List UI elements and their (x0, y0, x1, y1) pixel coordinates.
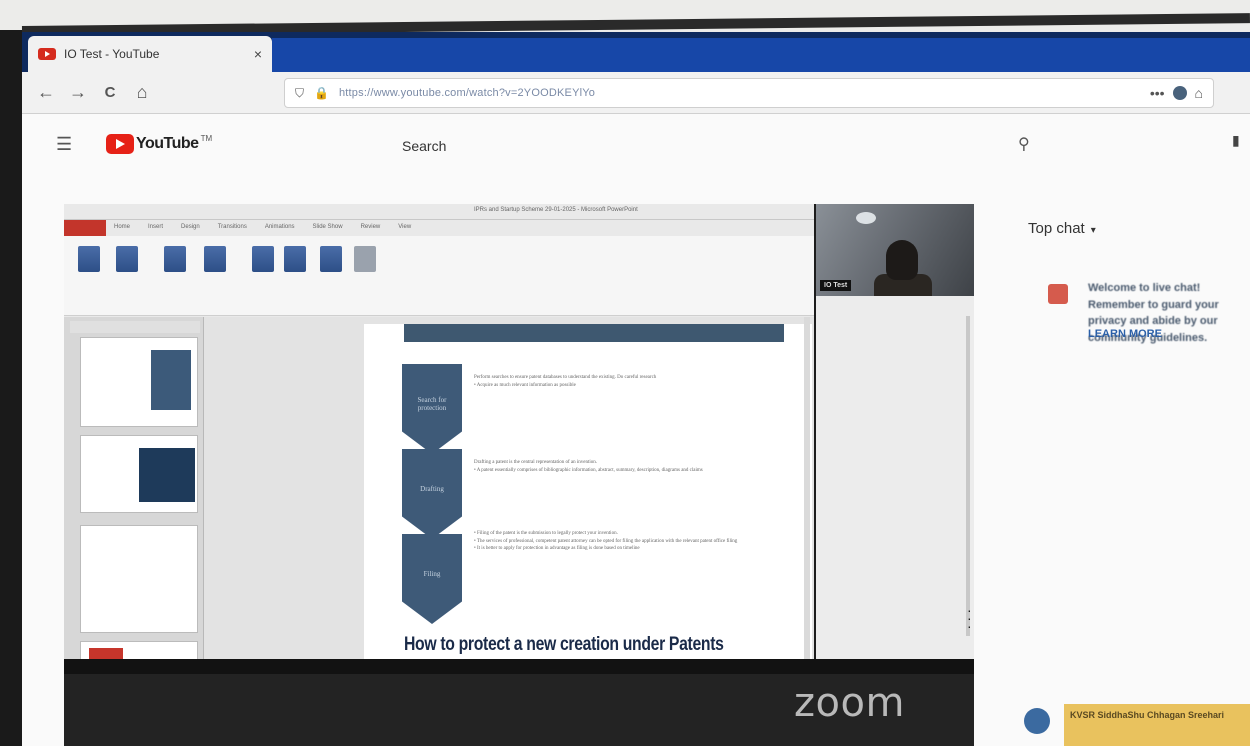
caret-down-icon: ▾ (1090, 225, 1096, 236)
url-bar[interactable]: ⛉ 🔒 https://www.youtube.com/watch?v=2YOO… (284, 78, 1214, 108)
chat-mode-dropdown[interactable]: Top chat ▾ (1028, 220, 1096, 237)
ribbon-tab: Transitions (217, 224, 247, 230)
slide-thumbnail (80, 435, 198, 513)
ppt-file-tab (64, 220, 106, 236)
hamburger-menu-icon[interactable]: ☰ (56, 134, 72, 155)
tab-title: IO Test - YouTube (64, 47, 160, 61)
header-corner-icon[interactable]: ▮ (1232, 132, 1240, 149)
user-avatar (1024, 708, 1050, 734)
slide-scrollbar (804, 317, 810, 659)
step-chevron: Filing (402, 534, 462, 624)
shield-icon[interactable]: ⛉ (295, 86, 304, 101)
ribbon-tab: Design (181, 224, 200, 230)
ppt-title-bar: IPRs and Startup Scheme 29-01-2025 - Mic… (64, 204, 814, 236)
ceiling-light (856, 212, 876, 224)
bookmark-icon[interactable]: ⌂ (1195, 85, 1203, 101)
step-chevron: Search for protection (402, 364, 462, 454)
video-player[interactable]: IPRs and Startup Scheme 29-01-2025 - Mic… (64, 204, 974, 746)
ribbon-button-icon (354, 246, 376, 272)
browser-nav-bar: ← → C ⌂ ⛉ 🔒 https://www.youtube.com/watc… (22, 72, 1250, 114)
ribbon-button-icon (284, 246, 306, 272)
side-panel-scrollbar (966, 316, 970, 636)
forward-arrow-icon[interactable]: → (62, 82, 94, 103)
ribbon-button-icon (252, 246, 274, 272)
bullet-text: • A patent essentially comprises of bibl… (474, 467, 703, 473)
thumbnail-tabstrip (70, 321, 200, 333)
ribbon-tab: Review (360, 224, 381, 230)
slide-headline: How to protect a new creation under Pate… (404, 634, 724, 655)
slide-thumbnail (80, 525, 198, 633)
page-actions-menu-icon[interactable]: ••• (1150, 85, 1165, 101)
step-bullets: Drafting a patent is the central represe… (474, 459, 794, 474)
tab-bar-accent (272, 38, 1250, 72)
ribbon-tab: Slide Show (312, 224, 343, 230)
bullet-text: Perform searches to ensure patent databa… (474, 375, 657, 380)
ribbon-tab: View (398, 224, 412, 230)
bullet-text: • Acquire as much relevant information a… (474, 382, 576, 388)
slide-stage: Search for protection Perform searches t… (204, 317, 814, 659)
participant-name-label: IO Test (820, 280, 852, 291)
system-avatar (1048, 284, 1068, 304)
ribbon-button-icon (320, 246, 342, 272)
step-label: Filing (423, 569, 441, 578)
ppt-ribbon-tabs: Home Insert Design Transitions Animation… (114, 224, 411, 230)
thumbnail-graphic (139, 448, 195, 502)
tab-close-icon[interactable]: × (254, 46, 262, 62)
step-bullets: Perform searches to ensure patent databa… (474, 374, 794, 389)
step-label: Search for protection (417, 395, 447, 412)
video-gap (64, 659, 974, 674)
browser-tab[interactable]: IO Test - YouTube × (28, 36, 272, 72)
back-arrow-icon[interactable]: ← (30, 82, 62, 103)
ribbon-tab: Home (114, 224, 131, 230)
url-text[interactable]: https://www.youtube.com/watch?v=2YOODKEY… (339, 87, 1138, 99)
search-input[interactable]: Search (402, 138, 446, 154)
lock-icon[interactable]: 🔒 (314, 86, 329, 100)
webcam-feed: IO Test (816, 204, 974, 296)
slide-thumbnail-pane (64, 317, 204, 663)
search-icon[interactable]: ⚲ (1018, 134, 1030, 154)
slide-header-band (404, 324, 784, 342)
youtube-favicon-icon (38, 48, 56, 60)
ribbon-tab: Animations (264, 224, 295, 230)
trademark-mark: TM (200, 133, 213, 143)
participant-head (886, 240, 918, 280)
bullet-text: • The services of professional, competen… (474, 538, 738, 544)
ribbon-button-icon (116, 246, 138, 272)
shared-powerpoint-window: IPRs and Startup Scheme 29-01-2025 - Mic… (64, 204, 814, 663)
bullet-text: • It is better to apply for protection i… (474, 546, 640, 551)
pinned-chat-message: KVSR SiddhaShu Chhagan Sreehari (1064, 704, 1250, 746)
youtube-wordmark: YouTube (136, 135, 199, 152)
screen: IO Test - YouTube × ← → C ⌂ ⛉ 🔒 https://… (22, 32, 1250, 746)
live-chat-panel: Top chat ▾ Welcome to live chat! Remember… (982, 174, 1250, 746)
youtube-header: ☰ YouTube TM Search ⚲ ▮ (22, 114, 1250, 174)
ribbon-button-icon (78, 246, 100, 272)
zoom-banner: zoom (64, 674, 974, 746)
ppt-window-title: IPRs and Startup Scheme 29-01-2025 - Mic… (474, 207, 638, 213)
ribbon-button-icon (204, 246, 226, 272)
monitor-bezel (0, 30, 22, 746)
reload-icon[interactable]: C (94, 84, 126, 101)
browser-tab-bar: IO Test - YouTube × (22, 32, 1250, 72)
step-label: Drafting (420, 484, 444, 493)
chat-mode-label: Top chat (1028, 220, 1085, 237)
bullet-text: Drafting a patent is the central represe… (474, 460, 598, 465)
monitor: IO Test - YouTube × ← → C ⌂ ⛉ 🔒 https://… (0, 0, 1250, 746)
ribbon-button-icon (164, 246, 186, 272)
more-options-icon[interactable]: · · · (967, 603, 972, 633)
slide-thumbnail (80, 337, 198, 427)
ribbon-tab: Insert (148, 224, 164, 230)
zoom-logo: zoom (794, 680, 905, 726)
learn-more-link[interactable]: LEARN MORE (1088, 328, 1162, 340)
home-icon[interactable]: ⌂ (126, 82, 158, 103)
pocket-icon[interactable] (1172, 86, 1187, 100)
bullet-text: • Filing of the patent is the submission… (474, 531, 618, 536)
slide: Search for protection Perform searches t… (364, 324, 812, 659)
step-bullets: • Filing of the patent is the submission… (474, 530, 794, 553)
ppt-ribbon (64, 236, 814, 316)
video-side-panel (816, 296, 974, 659)
youtube-play-icon (106, 134, 134, 154)
thumbnail-graphic (151, 350, 191, 410)
youtube-logo[interactable]: YouTube TM (106, 134, 212, 154)
step-chevron: Drafting (402, 449, 462, 539)
